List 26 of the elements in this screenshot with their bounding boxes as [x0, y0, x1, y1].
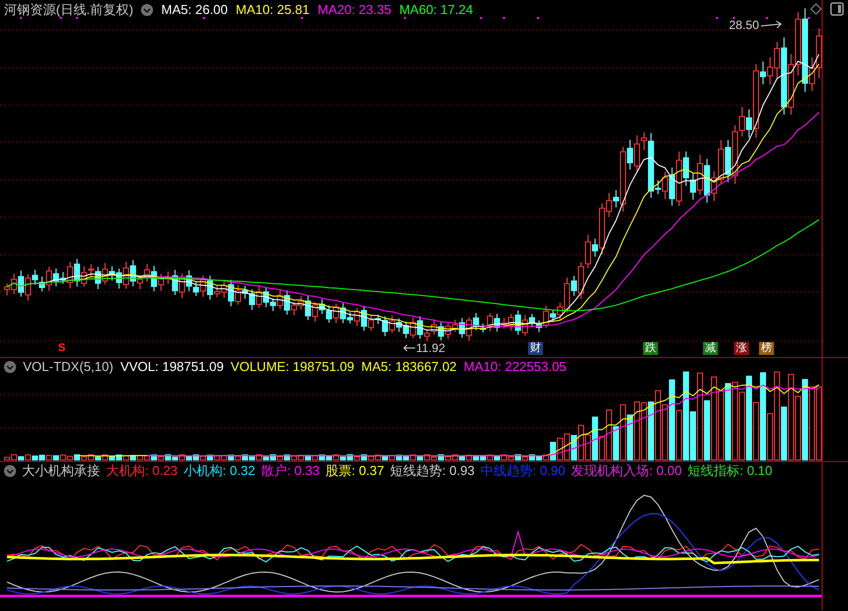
chart-title: 河钢资源(日线.前复权)	[4, 0, 134, 19]
high-price-label: 28.50	[729, 17, 760, 34]
volume-reading: MA5: 183667.02	[361, 358, 457, 376]
event-tag: 跌	[643, 342, 658, 355]
ma-reading: MA10: 25.81	[236, 0, 310, 19]
indicator-reading: 发现机构入场: 0.00	[571, 462, 682, 480]
indicator-reading: 大机构: 0.23	[106, 462, 178, 480]
indicator-reading: 短线趋势: 0.93	[390, 462, 475, 480]
indicator-name: 大小机构承接	[22, 462, 100, 480]
event-tag: 榜	[759, 342, 774, 355]
indicator-reading: 中线趋势: 0.90	[480, 462, 566, 480]
event-tag: 财	[528, 342, 543, 355]
indicator-reading: 散户: 0.33	[261, 462, 320, 480]
ma-reading: MA60: 17.24	[399, 0, 473, 19]
indicator-name: VOL-TDX(5,10)	[23, 358, 114, 376]
low-price-label: 11.92	[416, 340, 446, 357]
ma-reading: MA20: 23.35	[318, 0, 392, 19]
indicator-reading: 短线指标: 0.10	[688, 462, 772, 480]
event-tag: 涨	[734, 342, 749, 355]
volume-reading: MA10: 222553.05	[464, 358, 566, 376]
volume-reading: VOLUME: 198751.09	[230, 358, 354, 376]
indicator-reading: 股票: 0.37	[326, 462, 384, 480]
volume-reading: VVOL: 198751.09	[120, 358, 224, 376]
event-tag: 减	[703, 342, 718, 355]
ma-reading: MA5: 26.00	[161, 0, 228, 19]
indicator-reading: 小机构: 0.32	[184, 462, 256, 480]
